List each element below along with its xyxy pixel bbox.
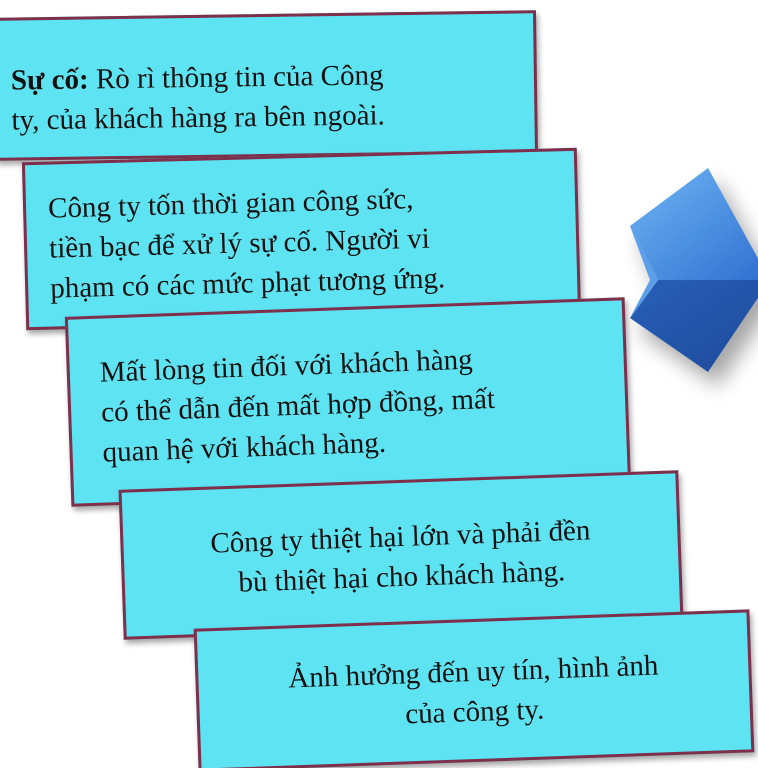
chevron-right-arrow-icon bbox=[630, 168, 758, 372]
incident-line-1-text: Rò rì thông tin của Công bbox=[95, 59, 384, 96]
incident-line-2: ty, của khách hàng ra bên ngoài. bbox=[11, 99, 386, 137]
reputation-consequence-box: Ảnh hưởng đến uy tín, hình ảnh của công … bbox=[193, 609, 755, 768]
diagram-stage: Sự cố: Rò rì thông tin của Công ty, của … bbox=[0, 0, 758, 768]
incident-label: Sự cố: bbox=[10, 63, 89, 97]
incident-box: Sự cố: Rò rì thông tin của Công ty, của … bbox=[0, 10, 538, 161]
